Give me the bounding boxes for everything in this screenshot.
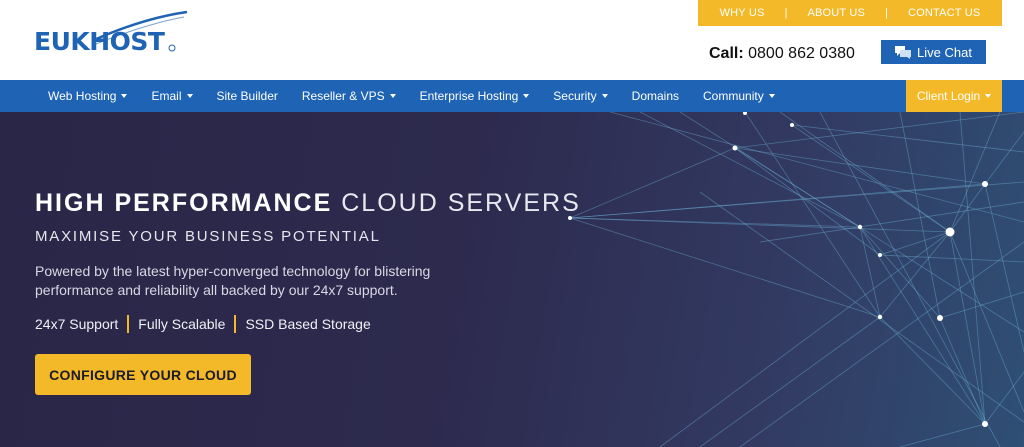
client-login-label: Client Login xyxy=(916,89,981,103)
caret-down-icon xyxy=(389,94,396,98)
top-link-why-us[interactable]: WHY US xyxy=(700,7,785,19)
nav-item-community[interactable]: Community xyxy=(691,80,787,112)
hero-title: HIGH PERFORMANCE CLOUD SERVERS xyxy=(35,189,581,218)
eukhost-logo[interactable]: EUKHOST xyxy=(34,10,194,62)
nav-item-site-builder[interactable]: Site Builder xyxy=(205,80,290,112)
phone-contact: Call: 0800 862 0380 xyxy=(709,45,855,63)
hero-banner: HIGH PERFORMANCE CLOUD SERVERS MAXIMISE … xyxy=(0,112,1024,447)
call-label: Call: xyxy=(709,45,744,62)
nav-item-label: Site Builder xyxy=(216,89,278,103)
caret-down-icon xyxy=(768,94,775,98)
top-link-about-us[interactable]: ABOUT US xyxy=(787,7,885,19)
hero-title-strong: HIGH PERFORMANCE xyxy=(35,189,333,217)
configure-cloud-button[interactable]: CONFIGURE YOUR CLOUD xyxy=(35,354,251,395)
chat-bubbles-icon xyxy=(895,45,912,59)
nav-item-email[interactable]: Email xyxy=(139,80,204,112)
nav-item-label: Reseller & VPS xyxy=(301,89,385,103)
live-chat-button[interactable]: Live Chat xyxy=(881,40,986,64)
nav-item-label: Web Hosting xyxy=(48,89,117,103)
feature-item: Fully Scalable xyxy=(127,315,234,333)
caret-down-icon xyxy=(985,94,992,98)
nav-item-label: Community xyxy=(703,89,764,103)
live-chat-label: Live Chat xyxy=(917,44,972,60)
hero-title-light: CLOUD SERVERS xyxy=(341,189,581,217)
nav-item-label: Domains xyxy=(631,89,680,103)
top-links-bar: WHY US | ABOUT US | CONTACT US xyxy=(698,0,1002,26)
hero-subtitle: MAXIMISE YOUR BUSINESS POTENTIAL xyxy=(35,228,381,245)
caret-down-icon xyxy=(186,94,193,98)
logo-text: EUKHOST xyxy=(34,27,165,56)
client-login-button[interactable]: Client Login xyxy=(906,80,1002,112)
nav-item-label: Security xyxy=(553,89,597,103)
phone-number[interactable]: 0800 862 0380 xyxy=(748,45,855,62)
feature-list: 24x7 Support Fully Scalable SSD Based St… xyxy=(35,315,380,333)
nav-item-enterprise-hosting[interactable]: Enterprise Hosting xyxy=(408,80,542,112)
feature-item: SSD Based Storage xyxy=(234,315,379,333)
caret-down-icon xyxy=(601,94,608,98)
main-navigation: Web Hosting Email Site Builder Reseller … xyxy=(0,80,1024,112)
nav-item-security[interactable]: Security xyxy=(541,80,619,112)
nav-item-domains[interactable]: Domains xyxy=(620,80,691,112)
nav-item-web-hosting[interactable]: Web Hosting xyxy=(36,80,139,112)
hero-description: Powered by the latest hyper-converged te… xyxy=(35,263,431,298)
site-header: EUKHOST WHY US | ABOUT US | CONTACT US C… xyxy=(0,0,1024,80)
feature-item: 24x7 Support xyxy=(35,316,119,332)
top-link-contact-us[interactable]: CONTACT US xyxy=(888,7,1001,19)
nav-item-label: Enterprise Hosting xyxy=(419,89,519,103)
nav-item-label: Email xyxy=(151,89,182,103)
caret-down-icon xyxy=(121,94,128,98)
nav-item-reseller-vps[interactable]: Reseller & VPS xyxy=(290,80,408,112)
caret-down-icon xyxy=(523,94,530,98)
